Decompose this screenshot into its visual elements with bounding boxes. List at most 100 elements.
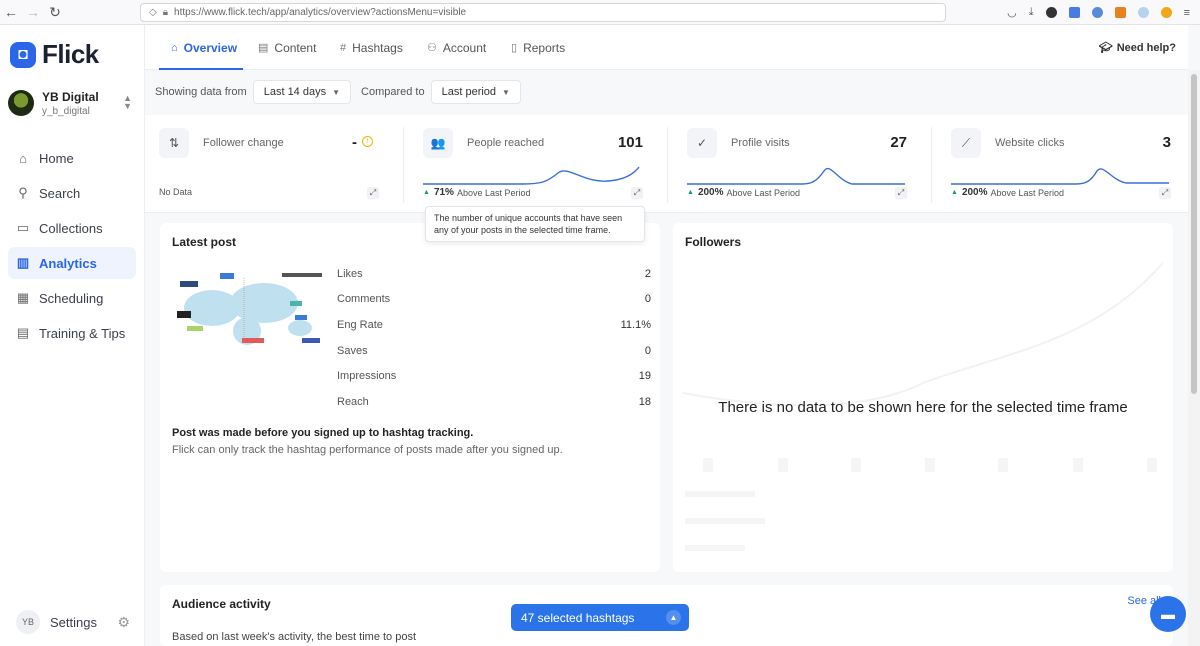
sidebar-item-label: Search [39, 185, 81, 201]
extension-icon[interactable] [1137, 7, 1149, 18]
metric-value: 0 [644, 293, 651, 306]
stat-change-value: 200% [961, 187, 988, 198]
sparkline [423, 166, 640, 185]
tab-label: Overview [183, 40, 238, 55]
scrollbar[interactable] [1188, 70, 1200, 646]
stat-footer-text: No Data [159, 187, 193, 197]
tab-label: Reports [523, 40, 566, 55]
expand-icon[interactable]: ⤢ [367, 187, 379, 199]
tab-hashtags[interactable]: # Hashtags [340, 25, 403, 70]
stat-footer: ▲ 200% Above Last Period [687, 187, 800, 198]
sidebar-item-search[interactable]: ⚲ Search [8, 177, 136, 209]
sidebar-item-collections[interactable]: ▭ Collections [8, 212, 136, 244]
back-icon[interactable]: ← [0, 1, 22, 23]
hashtag-icon: # [340, 41, 347, 54]
brand-name: Flick [42, 39, 99, 69]
trend-up-icon: ▲ [423, 189, 430, 196]
scrollbar-thumb[interactable] [1191, 74, 1197, 394]
pocket-icon[interactable]: ◡ [1007, 6, 1017, 19]
stat-title: Profile visits [731, 137, 790, 149]
post-note-title: Post was made before you signed up to ha… [172, 427, 474, 439]
stat-footer: No Data [159, 187, 192, 197]
sidebar-item-home[interactable]: ⌂ Home [8, 142, 136, 174]
divider [667, 127, 668, 203]
extension-icon[interactable] [1160, 7, 1172, 18]
content-icon: ▤ [258, 42, 269, 54]
sidebar-item-training[interactable]: ▤ Training & Tips [8, 317, 136, 349]
lock-icon: 🔒︎ [162, 7, 169, 18]
forward-icon[interactable]: → [22, 1, 44, 23]
audience-subtitle: Based on last week's activity, the best … [172, 631, 417, 643]
browser-extensions: ◡ ⤓ ≡ [1007, 3, 1190, 22]
sidebar-item-analytics[interactable]: ▥ Analytics [8, 247, 136, 279]
metric-row: Likes 2 [337, 261, 651, 287]
account-handle: y_b_digital [42, 105, 90, 117]
active-tab-indicator [159, 68, 243, 70]
post-thumbnail[interactable] [172, 263, 327, 363]
settings-button[interactable]: YB Settings ⚙ [16, 610, 132, 634]
gear-icon[interactable]: ⚙ [117, 614, 130, 631]
tab-account[interactable]: ⚇ Account [427, 25, 486, 70]
account-name: YB Digital [42, 89, 99, 104]
url-text[interactable]: https://www.flick.tech/app/analytics/ove… [174, 7, 466, 18]
logo[interactable]: ◘ Flick [10, 39, 99, 70]
shield-icon: ◇ [149, 7, 157, 18]
post-metrics: Likes 2 Comments 0 Eng Rate 11.1% Saves 0 Im… [337, 261, 651, 415]
warning-icon[interactable]: ! [362, 136, 373, 147]
metric-row: Reach 18 [337, 389, 651, 415]
people-reached-tooltip: The number of unique accounts that have … [425, 206, 645, 242]
chat-icon[interactable]: ▬ [1150, 596, 1186, 632]
tab-overview[interactable]: ⌂ Overview [171, 25, 237, 70]
menu-icon[interactable]: ≡ [1184, 7, 1190, 19]
stat-profile-visits[interactable]: ✓ Profile visits 27 ▲ 200% Above Last Pe… [673, 115, 921, 213]
account-switcher[interactable]: YB Digital y_b_digital ▲ ▼ [8, 80, 136, 126]
sidebar-menu: ⌂ Home ⚲ Search ▭ Collections ▥ Analytic… [8, 142, 136, 352]
latest-post-card: Latest post Likes 2 Comments 0 Eng Rate 11.… [160, 223, 660, 572]
expand-icon[interactable]: ⤢ [1159, 187, 1171, 199]
date-range-select[interactable]: Last 14 days ▼ [252, 80, 352, 104]
metric-label: Reach [337, 395, 369, 408]
stat-follower-change[interactable]: ⇅ Follower change - ! No Data ⤢ [145, 115, 393, 213]
metamask-icon[interactable] [1114, 7, 1126, 18]
metric-row: Eng Rate 11.1% [337, 312, 651, 338]
translate-icon[interactable] [1068, 7, 1080, 18]
sidebar: ◘ Flick YB Digital y_b_digital ▲ ▼ ⌂ Home… [0, 25, 145, 646]
folder-icon: ▭ [16, 220, 30, 235]
sidebar-item-label: Training & Tips [39, 325, 126, 341]
profile-check-icon: ✓ [687, 128, 717, 158]
compared-label: Compared to [361, 86, 425, 98]
metric-value: 19 [638, 370, 651, 383]
metric-row: Saves 0 [337, 338, 651, 364]
selected-hashtags-button[interactable]: 47 selected hashtags ▲ [511, 604, 689, 631]
stat-people-reached[interactable]: 👥 People reached 101 ▲ 71% Above Last Pe… [409, 115, 657, 213]
address-bar[interactable]: ◇ 🔒︎ https://www.flick.tech/app/analytics… [140, 3, 946, 22]
placeholder-chart [682, 262, 1164, 551]
bar-chart-icon: ▥ [16, 255, 30, 270]
empty-state-message: There is no data to be shown here for th… [718, 399, 1128, 416]
compare-period-select[interactable]: Last period ▼ [430, 80, 521, 104]
calendar-icon: ▦ [16, 290, 30, 305]
expand-icon[interactable]: ⤢ [631, 187, 643, 199]
avatar: YB [16, 610, 40, 634]
selected-hashtags-label: 47 selected hashtags [521, 610, 635, 625]
sidebar-item-scheduling[interactable]: ▦ Scheduling [8, 282, 136, 314]
reload-icon[interactable]: ↻ [44, 1, 66, 23]
extension-icon[interactable] [1045, 7, 1057, 18]
extension-icon[interactable] [1091, 7, 1103, 18]
stat-value: - [352, 134, 357, 151]
metric-value: 18 [638, 395, 651, 408]
card-title: Followers [685, 235, 742, 249]
tab-label: Account [442, 40, 487, 55]
tab-content[interactable]: ▤ Content [258, 25, 316, 70]
stat-change-value: 71% [433, 187, 454, 198]
analytics-tabs: ⌂ Overview ▤ Content # Hashtags ⚇ Accoun… [145, 25, 1188, 70]
arrows-updown-icon: ⇅ [159, 128, 189, 158]
tab-reports[interactable]: ▯ Reports [511, 25, 565, 70]
chevron-updown-icon[interactable]: ▲ ▼ [123, 94, 132, 111]
stat-website-clicks[interactable]: ⟋ Website clicks 3 ▲ 200% Above Last Per… [937, 115, 1185, 213]
stat-value: 27 [890, 134, 907, 151]
expand-icon[interactable]: ⤢ [895, 187, 907, 199]
need-help-link[interactable]: 🎓︎ Need help? [1099, 25, 1176, 70]
tab-label: Hashtags [352, 40, 403, 55]
download-icon[interactable]: ⤓ [1029, 6, 1034, 19]
